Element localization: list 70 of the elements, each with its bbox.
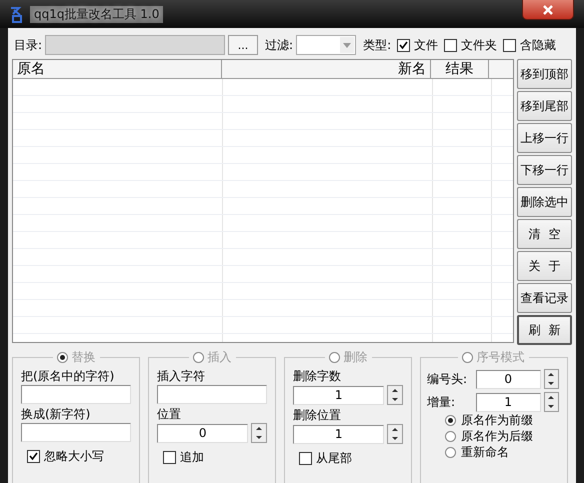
side-button[interactable]: 刷 新	[517, 315, 572, 345]
number-field[interactable]: 1	[293, 424, 384, 444]
radio-button[interactable]	[56, 352, 68, 363]
side-button[interactable]: 删除选中	[517, 187, 572, 217]
checkbox-label: 追加	[180, 449, 204, 466]
side-button[interactable]: 关 于	[517, 251, 572, 281]
field-label: 删除位置	[293, 407, 342, 424]
checkbox[interactable]	[163, 451, 176, 464]
checkbox[interactable]	[397, 38, 410, 52]
input-field[interactable]	[21, 385, 131, 404]
field-label: 插入字符	[157, 368, 206, 385]
side-button[interactable]: 上移一行	[517, 123, 572, 153]
radio-button[interactable]	[462, 352, 472, 363]
radio-button[interactable]	[445, 430, 456, 442]
side-button[interactable]: 查看记录	[517, 283, 572, 313]
dropdown-arrow-icon	[343, 42, 352, 48]
side-button[interactable]: 移到顶部	[517, 59, 572, 89]
field-label: 删除字数	[293, 368, 342, 385]
spin-buttons[interactable]	[387, 424, 403, 444]
radio-button[interactable]	[445, 414, 456, 426]
field-label: 把(原名中的字符)	[21, 368, 116, 385]
radio-label: 原名作为后缀	[461, 428, 533, 444]
group-title: 序号模式	[476, 349, 524, 366]
field-label: 增量:	[427, 394, 456, 410]
spin-buttons[interactable]	[544, 392, 559, 412]
window-title: qq1q批量改名工具 1.0	[30, 6, 164, 22]
checkbox[interactable]	[299, 452, 312, 465]
spin-buttons[interactable]	[544, 369, 559, 389]
file-list[interactable]: 原名 新名 结果	[12, 59, 514, 343]
group-title: 删除	[344, 349, 368, 366]
close-button[interactable]	[522, 0, 574, 20]
number-field[interactable]: 1	[293, 386, 384, 404]
type-label: 类型:	[363, 36, 392, 54]
number-field[interactable]: 0	[476, 370, 541, 388]
group-title: 替换	[72, 349, 96, 366]
app-icon	[8, 5, 24, 23]
radio-label: 原名作为前缀	[461, 412, 533, 428]
checkbox-label: 文件夹	[461, 36, 498, 54]
number-field[interactable]: 0	[157, 424, 248, 442]
group-title: 插入	[208, 349, 232, 366]
browse-button[interactable]: ...	[228, 35, 258, 55]
spin-buttons[interactable]	[251, 423, 267, 443]
filter-label: 过滤:	[265, 36, 294, 54]
checkbox-label: 含隐藏	[520, 36, 556, 54]
checkbox[interactable]	[503, 38, 516, 52]
side-button[interactable]: 移到尾部	[517, 91, 572, 121]
field-label: 换成(新字符)	[21, 406, 92, 423]
radio-label: 重新命名	[461, 444, 509, 460]
side-button[interactable]: 下移一行	[517, 155, 572, 185]
directory-label: 目录:	[14, 36, 42, 54]
checkbox-label: 从尾部	[316, 450, 352, 467]
side-button[interactable]: 清 空	[517, 219, 572, 249]
close-icon	[542, 4, 554, 14]
checkbox[interactable]	[444, 38, 458, 52]
radio-button[interactable]	[192, 352, 204, 363]
field-label: 位置	[157, 406, 182, 423]
directory-field[interactable]	[45, 35, 226, 55]
number-field[interactable]: 1	[476, 392, 541, 412]
input-field[interactable]	[157, 385, 267, 404]
radio-button[interactable]	[445, 446, 456, 458]
column-header[interactable]: 原名	[13, 60, 222, 78]
checkbox-label: 忽略大小写	[44, 448, 104, 465]
column-header[interactable]: 结果	[431, 60, 489, 78]
field-label: 编号头:	[427, 370, 468, 388]
radio-button[interactable]	[328, 352, 340, 363]
checkbox-label: 文件	[414, 36, 438, 54]
checkbox[interactable]	[27, 450, 40, 463]
input-field[interactable]	[21, 423, 131, 442]
spin-buttons[interactable]	[387, 385, 403, 405]
column-header[interactable]: 新名	[222, 60, 431, 78]
